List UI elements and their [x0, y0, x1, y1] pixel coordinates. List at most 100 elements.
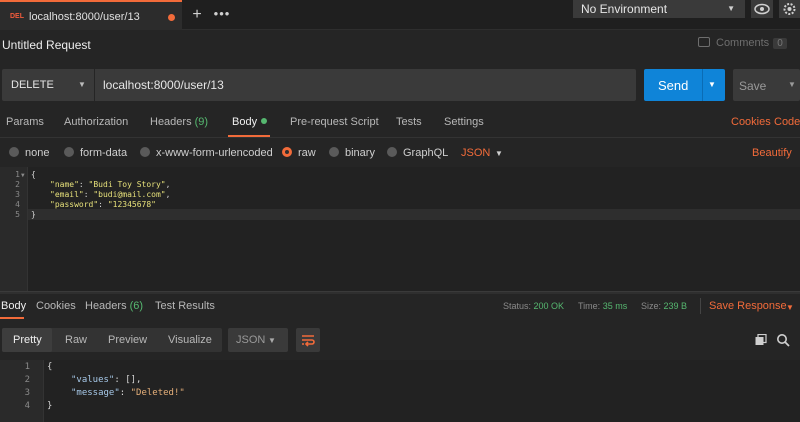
- comment-icon: [698, 37, 710, 47]
- line-number: 1: [24, 362, 30, 372]
- radio-icon: [140, 147, 150, 157]
- body-active-dot-icon: [261, 118, 268, 124]
- response-toolbar: Pretty Raw Preview Visualize JSON ▼: [0, 325, 800, 357]
- body-mode-raw[interactable]: raw: [282, 147, 316, 159]
- request-title[interactable]: Untitled Request: [2, 38, 91, 52]
- line-number: 4: [15, 200, 20, 209]
- method-select[interactable]: DELETE ▼: [2, 69, 94, 101]
- view-pretty-button[interactable]: Pretty: [2, 328, 52, 352]
- wrap-lines-button[interactable]: [296, 328, 320, 352]
- save-label: Save: [739, 79, 767, 93]
- code-line: "message": "Deleted!": [71, 388, 185, 398]
- line-number-gutter: 1 ▼ 2 3 4 5: [0, 167, 28, 291]
- chevron-down-icon[interactable]: ▼: [495, 149, 503, 158]
- search-icon[interactable]: [776, 333, 790, 347]
- environment-quick-look-button[interactable]: [751, 0, 773, 18]
- response-tab-cookies[interactable]: Cookies: [36, 300, 76, 312]
- request-body-editor[interactable]: 1 ▼ 2 3 4 5 { "name": "Budi Toy Story", …: [0, 167, 800, 291]
- tab-tests[interactable]: Tests: [396, 116, 422, 128]
- code-line: "password": "12345678": [50, 200, 156, 209]
- beautify-link[interactable]: Beautify: [752, 147, 792, 159]
- body-mode-binary[interactable]: binary: [329, 147, 375, 159]
- tab-url-label: localhost:8000/user/13: [29, 11, 140, 23]
- response-view-group: Pretty Raw Preview Visualize: [2, 328, 222, 352]
- code-line: "name": "Budi Toy Story",: [50, 180, 171, 189]
- wrap-lines-icon: [302, 335, 315, 347]
- view-raw-button[interactable]: Raw: [65, 334, 87, 346]
- json-value: "Budi Toy Story": [88, 180, 166, 189]
- eye-icon: [754, 3, 770, 15]
- headers-count: (9): [194, 116, 209, 128]
- code-link[interactable]: Code: [774, 116, 800, 128]
- view-preview-button[interactable]: Preview: [108, 334, 147, 346]
- send-label: Send: [658, 78, 689, 93]
- tab-method-badge: DEL: [10, 13, 24, 20]
- response-headers-count: (6): [129, 300, 144, 312]
- response-resize-handle[interactable]: [0, 291, 800, 294]
- json-key: "email": [50, 190, 84, 199]
- fold-arrow-icon[interactable]: ▼: [21, 172, 25, 179]
- new-tab-button[interactable]: +: [186, 4, 208, 26]
- active-line-highlight: [28, 209, 800, 220]
- code-line: "email": "budi@mail.com",: [50, 190, 171, 199]
- response-language-select[interactable]: JSON: [228, 328, 288, 352]
- manage-environments-button[interactable]: [779, 0, 800, 18]
- json-value: "12345678": [107, 200, 156, 209]
- chevron-down-icon: ▼: [78, 80, 86, 89]
- copy-icon[interactable]: [755, 334, 767, 346]
- tab-params[interactable]: Params: [6, 116, 44, 128]
- response-tab-test-results[interactable]: Test Results: [155, 300, 215, 312]
- chevron-down-icon: ▼: [268, 336, 276, 345]
- tab-body[interactable]: Body: [232, 116, 268, 128]
- environment-label: No Environment: [581, 2, 668, 16]
- tab-authorization[interactable]: Authorization: [64, 116, 128, 128]
- send-options-chevron-icon[interactable]: ▼: [708, 80, 716, 89]
- status-value: 200 OK: [533, 301, 565, 311]
- tab-headers[interactable]: Headers (9): [150, 116, 208, 128]
- json-value: "budi@mail.com": [93, 190, 166, 199]
- tab-prerequest-script[interactable]: Pre-request Script: [290, 116, 379, 128]
- body-mode-graphql-label: GraphQL: [403, 147, 449, 159]
- save-response-button[interactable]: Save Response: [709, 300, 787, 312]
- url-input[interactable]: localhost:8000/user/13: [95, 69, 636, 101]
- meta-divider: [700, 298, 701, 314]
- body-mode-urlencoded[interactable]: x-www-form-urlencoded: [140, 147, 273, 159]
- line-number: 1: [15, 170, 20, 179]
- response-size: Size: 239 B: [641, 301, 687, 311]
- response-tab-body[interactable]: Body: [1, 300, 26, 312]
- response-tab-headers[interactable]: Headers (6): [85, 300, 143, 312]
- comments-count-badge: 0: [773, 38, 787, 49]
- comments-button[interactable]: Comments 0: [698, 37, 787, 49]
- chevron-down-icon[interactable]: ▼: [786, 303, 794, 312]
- body-mode-form-data[interactable]: form-data: [64, 147, 127, 159]
- save-button[interactable]: Save ▼: [733, 69, 800, 101]
- cookies-link[interactable]: Cookies: [731, 116, 771, 128]
- method-label: DELETE: [11, 79, 54, 91]
- body-mode-graphql[interactable]: GraphQL: [387, 147, 448, 159]
- size-value: 239 B: [663, 301, 688, 311]
- tab-more-button[interactable]: •••: [210, 4, 234, 26]
- environment-select[interactable]: No Environment ▼: [573, 0, 745, 18]
- code-line: {: [31, 170, 36, 179]
- body-language-select[interactable]: JSON: [461, 147, 490, 159]
- code-line: {: [47, 362, 53, 372]
- body-mode-raw-label: raw: [298, 147, 316, 159]
- body-mode-form-data-label: form-data: [80, 147, 128, 159]
- save-options-chevron-icon[interactable]: ▼: [788, 80, 796, 89]
- response-body-viewer[interactable]: 1 2 3 4 { "values": [], "message": "Dele…: [0, 360, 800, 422]
- code-line: }: [47, 401, 53, 411]
- json-value: [],: [125, 375, 142, 385]
- radio-icon: [9, 147, 19, 157]
- send-button[interactable]: Send ▼: [644, 69, 725, 101]
- body-mode-binary-label: binary: [345, 147, 375, 159]
- request-tab[interactable]: DEL localhost:8000/user/13: [0, 0, 182, 30]
- radio-icon: [64, 147, 74, 157]
- tab-bar: DEL localhost:8000/user/13 + ••• No Envi…: [0, 0, 800, 30]
- body-mode-none[interactable]: none: [9, 147, 49, 159]
- line-number-gutter: 1 2 3 4: [0, 360, 44, 422]
- view-visualize-button[interactable]: Visualize: [168, 334, 212, 346]
- line-number: 4: [24, 401, 30, 411]
- line-number: 2: [15, 180, 20, 189]
- json-key: "message": [71, 388, 120, 398]
- tab-settings[interactable]: Settings: [444, 116, 484, 128]
